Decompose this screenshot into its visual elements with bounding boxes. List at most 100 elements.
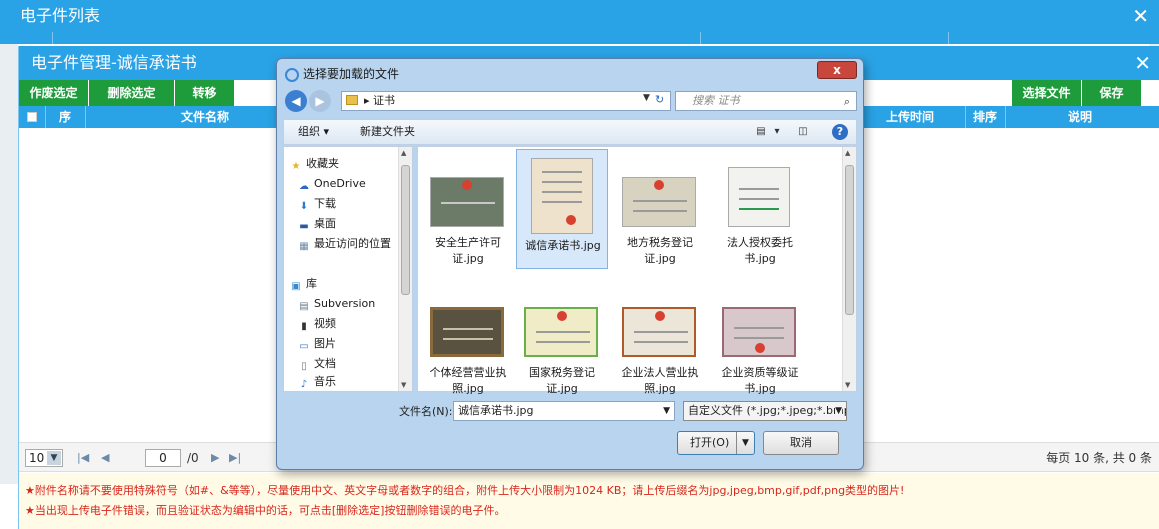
next-page-icon[interactable]: ▶ — [211, 449, 219, 467]
thumb-line — [634, 341, 688, 343]
nav-onedrive[interactable]: ☁ OneDrive — [298, 175, 366, 193]
file-tile[interactable]: 企业资质等级证书.jpg — [714, 285, 806, 405]
outer-header-strip — [0, 32, 1159, 44]
address-bar[interactable]: ▸ 证书 — [341, 91, 671, 111]
last-page-icon[interactable]: ▶| — [229, 449, 241, 467]
preview-pane-icon[interactable]: ◫ — [796, 125, 810, 139]
file-tile[interactable]: 企业法人营业执照.jpg — [614, 285, 706, 405]
outer-close-icon[interactable]: ✕ — [1132, 0, 1149, 32]
nav-label: 图片 — [314, 337, 336, 350]
scroll-down-icon[interactable]: ▼ — [401, 381, 406, 389]
thumb-line — [441, 202, 495, 204]
scroll-up-icon[interactable]: ▲ — [845, 149, 850, 157]
filename-input[interactable]: 诚信承诺书.jpg ▼ — [453, 401, 675, 421]
scroll-up-icon[interactable]: ▲ — [401, 149, 406, 157]
cancel-button[interactable]: 取消 — [763, 431, 839, 455]
nav-subversion[interactable]: ▤ Subversion — [298, 295, 375, 313]
nav-desktop[interactable]: ▬ 桌面 — [298, 215, 336, 233]
header-upload-time[interactable]: 上传时间 — [855, 106, 965, 128]
nav-label: Subversion — [314, 297, 376, 310]
seal — [655, 311, 665, 321]
nav-recent[interactable]: ▦ 最近访问的位置 — [298, 235, 391, 253]
help-icon[interactable]: ? — [832, 124, 848, 140]
file-thumbnail — [622, 177, 696, 227]
open-button-label: 打开(O) — [690, 436, 730, 449]
strip-divider — [700, 32, 701, 44]
delete-selected-button[interactable]: 删除选定 — [89, 80, 175, 106]
choose-file-button[interactable]: 选择文件 — [1012, 80, 1082, 106]
file-thumbnail — [430, 177, 504, 227]
transfer-button[interactable]: 转移 — [175, 80, 235, 106]
new-folder-button[interactable]: 新建文件夹 — [360, 120, 415, 144]
file-pane: 安全生产许可证.jpg 诚信承诺书.jpg 地方税务登记证.jpg 法人授权委托… — [417, 146, 857, 395]
nav-videos[interactable]: ▮ 视频 — [298, 315, 336, 333]
nav-documents[interactable]: ▯ 文档 — [298, 355, 336, 373]
file-tile-selected[interactable]: 诚信承诺书.jpg — [516, 149, 608, 269]
nav-downloads[interactable]: ⬇ 下载 — [298, 195, 336, 213]
current-page-input[interactable]: 0 — [145, 449, 181, 467]
outer-side-left — [0, 44, 18, 484]
chevron-down-icon[interactable]: ▼ — [643, 93, 650, 103]
prev-page-icon[interactable]: ◀ — [101, 449, 109, 467]
chevron-down-icon[interactable]: ▾ — [770, 125, 784, 139]
nav-pictures[interactable]: ▭ 图片 — [298, 335, 336, 353]
nav-scrollbar[interactable]: ▲ ▼ — [398, 147, 412, 391]
note-line-2: ★当出现上传电子件错误，而且验证状态为编辑中的话，可点击[删除选定]按钮删除错误… — [25, 504, 506, 517]
filetype-select[interactable]: 自定义文件 (*.jpg;*.jpeg;*.bmp ▼ — [683, 401, 847, 421]
filetype-value: 自定义文件 (*.jpg;*.jpeg;*.bmp — [688, 404, 847, 417]
save-button[interactable]: 保存 — [1082, 80, 1142, 106]
refresh-icon[interactable]: ↻ — [655, 93, 664, 106]
void-selected-button[interactable]: 作废选定 — [19, 80, 89, 106]
inner-close-icon[interactable]: ✕ — [1134, 46, 1151, 80]
file-tile[interactable]: 法人授权委托书.jpg — [714, 155, 806, 275]
file-tile[interactable]: 地方税务登记证.jpg — [614, 155, 706, 275]
view-options-icon[interactable]: ▤ — [754, 125, 768, 139]
file-scrollbar[interactable]: ▲ ▼ — [842, 147, 856, 391]
file-thumbnail — [728, 167, 790, 227]
search-input[interactable]: 搜索 证书 ⌕ — [675, 91, 857, 111]
select-all-checkbox[interactable] — [27, 112, 37, 122]
back-icon[interactable]: ◀ — [285, 90, 307, 112]
nav-favorites[interactable]: ★ 收藏夹 — [290, 155, 339, 173]
header-seq[interactable]: 序 — [45, 106, 85, 128]
organize-menu[interactable]: 组织 ▾ — [298, 120, 329, 144]
page-size-select[interactable]: 10 ▼ — [25, 449, 63, 467]
nav-label: 下载 — [314, 197, 336, 210]
folder-icon — [346, 95, 358, 105]
seal — [462, 180, 472, 190]
dialog-title: 选择要加载的文件 — [303, 67, 400, 81]
music-icon: ♪ — [300, 379, 308, 390]
nav-label: 音乐 — [314, 375, 336, 388]
nav-music[interactable]: ♪ 音乐 — [298, 373, 336, 391]
thumb-line — [739, 188, 779, 190]
pager-summary: 每页 10 条, 共 0 条 — [1046, 451, 1152, 465]
thumb-line — [739, 198, 779, 200]
seal — [755, 343, 765, 353]
filename-row: 文件名(N): 诚信承诺书.jpg ▼ 自定义文件 (*.jpg;*.jpeg;… — [283, 399, 857, 423]
nav-library[interactable]: ▣ 库 — [290, 275, 317, 293]
chevron-down-icon[interactable]: ▼ — [663, 402, 670, 420]
open-button[interactable]: 打开(O) ▼ — [677, 431, 755, 455]
file-tile[interactable]: 个体经营营业执照.jpg — [422, 285, 514, 405]
seal — [557, 311, 567, 321]
thumb-line — [536, 341, 590, 343]
file-tile[interactable]: 安全生产许可证.jpg — [422, 155, 514, 275]
nav-label: 桌面 — [314, 217, 336, 230]
dialog-close-button[interactable]: x — [817, 61, 857, 79]
first-page-icon[interactable]: |◀ — [77, 449, 89, 467]
scroll-down-icon[interactable]: ▼ — [845, 381, 850, 389]
thumb-line — [443, 328, 493, 330]
header-sort[interactable]: 排序 — [965, 106, 1005, 128]
header-description[interactable]: 说明 — [1005, 106, 1155, 128]
file-tile[interactable]: 国家税务登记证.jpg — [516, 285, 608, 405]
open-split-arrow-icon[interactable]: ▼ — [736, 432, 754, 454]
scroll-thumb[interactable] — [845, 165, 854, 315]
filename-label: 文件名(N): — [399, 405, 453, 418]
search-icon[interactable]: ⌕ — [844, 93, 850, 111]
scroll-thumb[interactable] — [401, 165, 410, 295]
total-pages: /0 — [187, 451, 199, 465]
filename-value: 诚信承诺书.jpg — [458, 404, 534, 417]
video-icon: ▮ — [301, 321, 307, 332]
forward-icon[interactable]: ▶ — [309, 90, 331, 112]
thumb-line — [633, 210, 687, 212]
